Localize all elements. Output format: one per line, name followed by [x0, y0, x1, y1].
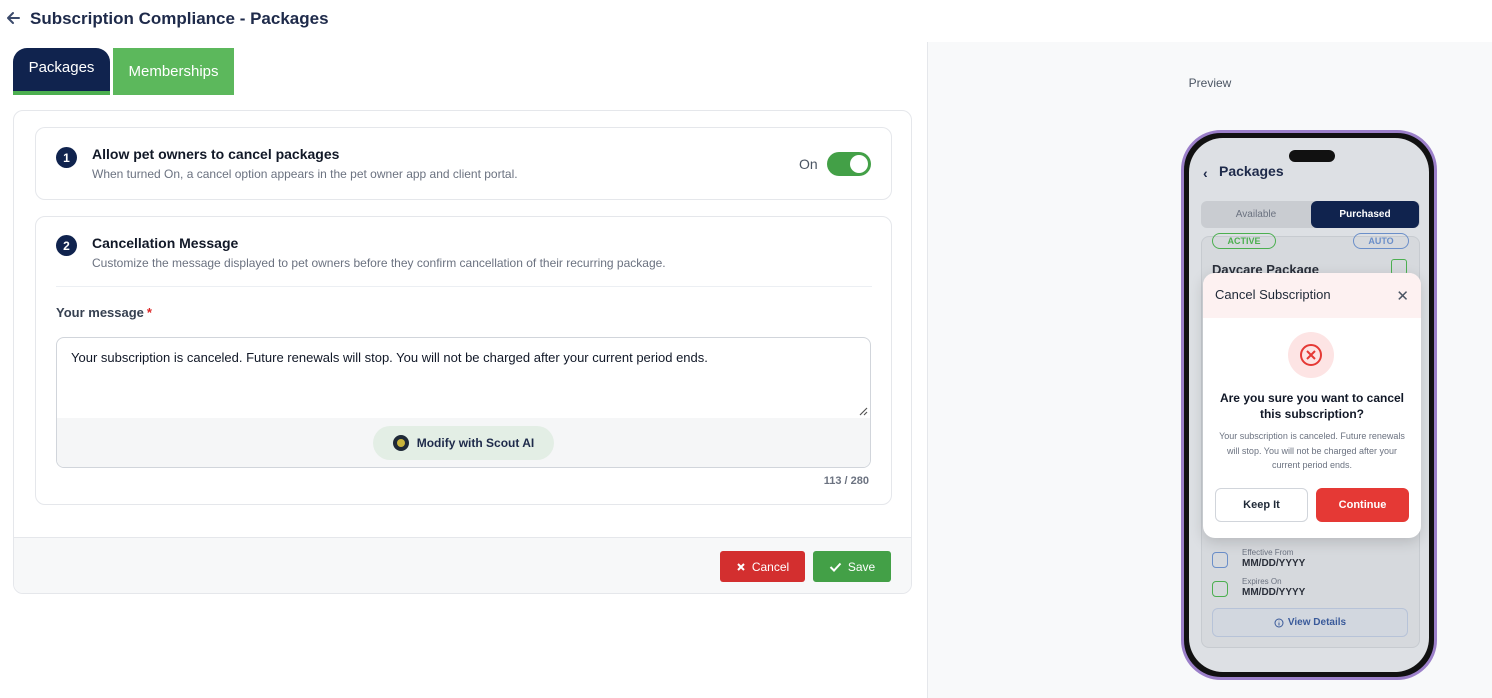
required-asterisk: *	[146, 305, 152, 320]
segment-purchased[interactable]: Purchased	[1311, 201, 1419, 228]
continue-button[interactable]: Continue	[1316, 488, 1409, 522]
error-circle-icon	[1288, 332, 1334, 378]
segmented-control: Available Purchased	[1201, 201, 1420, 228]
modal-header: Cancel Subscription ✕	[1203, 273, 1421, 318]
app-title: Packages	[1219, 163, 1284, 179]
chevron-left-icon[interactable]: ‹	[1203, 165, 1208, 181]
modal-question: Are you sure you want to cancel this sub…	[1219, 391, 1405, 421]
page-title: Subscription Compliance - Packages	[30, 9, 329, 28]
message-textarea[interactable]: Your subscription is canceled. Future re…	[57, 338, 870, 418]
status-badge-auto: AUTO	[1353, 233, 1409, 249]
cancel-subscription-modal: Cancel Subscription ✕ Are you sure you w…	[1203, 273, 1421, 538]
status-badge-active: ACTIVE	[1212, 233, 1276, 249]
modal-title: Cancel Subscription	[1215, 287, 1331, 302]
keep-it-button[interactable]: Keep It	[1215, 488, 1308, 522]
check-icon	[829, 562, 842, 572]
phone-screen: ‹ Packages Available Purchased ACTIVE AU…	[1189, 138, 1429, 672]
resize-handle-icon[interactable]	[858, 406, 868, 416]
expires-on-value: MM/DD/YYYY	[1242, 587, 1306, 598]
calendar-check-icon	[1212, 581, 1228, 597]
save-button-label: Save	[847, 559, 876, 574]
section-title: Cancellation Message	[92, 235, 239, 251]
info-icon	[1274, 618, 1284, 627]
toggle-knob	[850, 155, 868, 173]
section-description: When turned On, a cancel option appears …	[92, 167, 518, 181]
scout-ai-icon	[392, 435, 409, 451]
modal-message: Your subscription is canceled. Future re…	[1219, 431, 1405, 470]
close-icon[interactable]: ✕	[1396, 287, 1409, 305]
field-label-text: Your message	[56, 305, 144, 320]
page-header: Subscription Compliance - Packages	[0, 0, 928, 38]
calendar-icon	[1212, 552, 1228, 568]
preview-pane: Preview ‹ Packages Available Purchased A…	[927, 42, 1492, 698]
step-number-badge: 1	[56, 147, 77, 168]
cancel-packages-section: 1 Allow pet owners to cancel packages Wh…	[35, 127, 892, 200]
message-textarea-wrapper: Your subscription is canceled. Future re…	[56, 337, 871, 468]
step-number-badge: 2	[56, 235, 77, 256]
cancellation-message-section: 2 Cancellation Message Customize the mes…	[35, 216, 892, 505]
tab-packages[interactable]: Packages	[13, 48, 110, 95]
message-field-label: Your message *	[56, 305, 152, 320]
effective-from-label: Effective From	[1242, 548, 1294, 557]
view-details-button[interactable]: View Details	[1212, 608, 1408, 637]
toggle-state-label: On	[799, 156, 818, 172]
section-description: Customize the message displayed to pet o…	[92, 256, 666, 270]
tab-memberships[interactable]: Memberships	[113, 48, 234, 95]
view-details-label: View Details	[1287, 617, 1347, 628]
expires-on-label: Expires On	[1242, 577, 1282, 586]
form-footer: Cancel Save	[14, 537, 911, 593]
preview-label: Preview	[1188, 76, 1232, 90]
cancel-button[interactable]: Cancel	[720, 551, 805, 582]
section-title: Allow pet owners to cancel packages	[92, 146, 340, 162]
divider	[56, 286, 872, 287]
save-button[interactable]: Save	[813, 551, 891, 582]
allow-cancel-toggle[interactable]	[827, 152, 871, 176]
segment-available[interactable]: Available	[1201, 201, 1311, 228]
character-count: 113 / 280	[823, 475, 869, 487]
settings-card: 1 Allow pet owners to cancel packages Wh…	[13, 110, 912, 594]
effective-from-value: MM/DD/YYYY	[1242, 558, 1306, 569]
effective-from-row: Effective From MM/DD/YYYY	[1212, 548, 1402, 574]
ai-button-label: Modify with Scout AI	[416, 436, 535, 450]
close-icon	[737, 562, 745, 571]
modify-with-scout-ai-button[interactable]: Modify with Scout AI	[373, 426, 554, 460]
phone-mockup: ‹ Packages Available Purchased ACTIVE AU…	[1181, 130, 1437, 680]
back-arrow-icon[interactable]	[4, 9, 22, 27]
expires-on-row: Expires On MM/DD/YYYY	[1212, 577, 1402, 603]
ai-toolbar: Modify with Scout AI	[57, 418, 870, 467]
cancel-button-label: Cancel	[751, 559, 790, 574]
phone-notch	[1289, 150, 1335, 162]
